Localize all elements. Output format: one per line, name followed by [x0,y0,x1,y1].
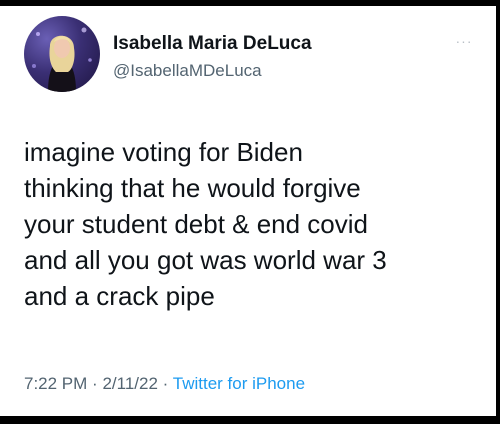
author-name[interactable]: Isabella Maria DeLuca [113,33,312,55]
tweet-card[interactable]: Isabella Maria DeLuca @IsabellaMDeLuca ·… [0,6,496,416]
tweet-source-link[interactable]: Twitter for iPhone [173,374,305,393]
tweet-time[interactable]: 7:22 PM [24,374,87,393]
meta-separator: · [92,374,98,393]
avatar-image [32,27,92,92]
meta-separator: · [162,374,169,393]
tweet-text: imagine voting for Biden thinking that h… [24,134,484,314]
tweet-text-line: and all you got was world war 3 [24,245,387,275]
tweet-meta: 7:22 PM · 2/11/22 · Twitter for iPhone [24,374,305,394]
tweet-text-line: your student debt & end covid [24,209,369,239]
more-options-icon[interactable]: ··· [452,34,476,48]
avatar[interactable] [24,16,100,92]
tweet-date[interactable]: 2/11/22 [102,374,157,393]
right-edge [496,6,500,416]
tweet-text-line: imagine voting for Biden [24,137,303,167]
author-handle[interactable]: @IsabellaMDeLuca [113,61,262,81]
tweet-text-line: thinking that he would forgive [24,173,361,203]
screenshot-frame: Isabella Maria DeLuca @IsabellaMDeLuca ·… [0,0,500,424]
tweet-text-line: and a crack pipe [24,281,215,311]
